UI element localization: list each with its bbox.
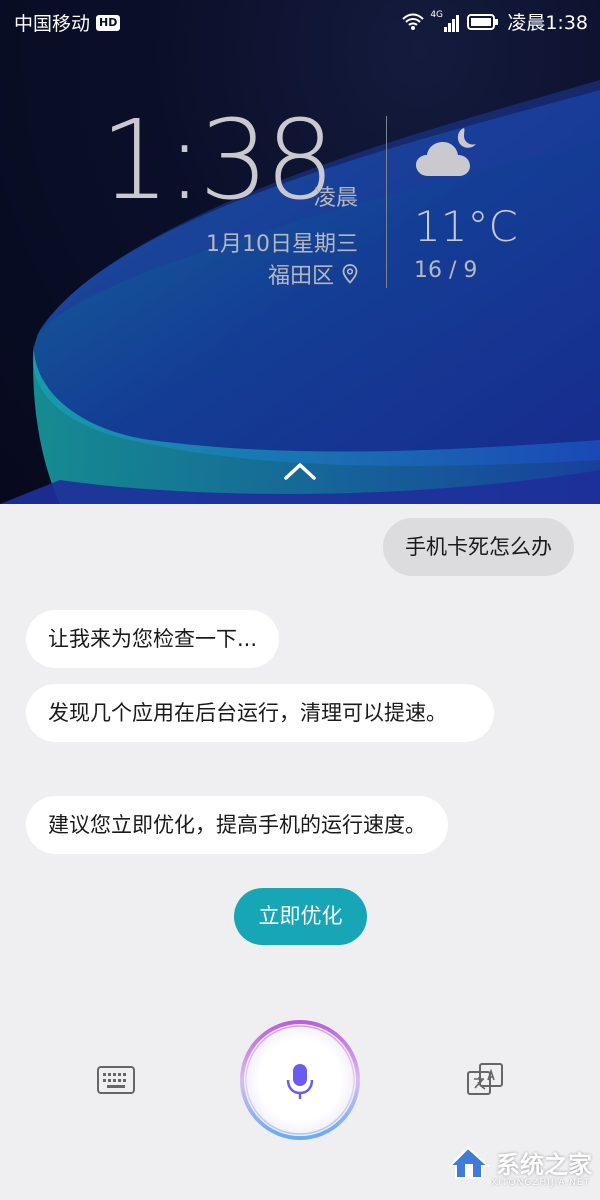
watermark-url: XITONGZHIJIA.NET [491,1178,590,1188]
network-type: 4G [430,9,444,20]
date: 1月10日星期三 [206,232,358,257]
temperature: 11°C [414,202,518,251]
assistant-message-bubble: 发现几个应用在后台运行，清理可以提速。 [26,684,494,742]
status-time: 凌晨1:38 [507,12,588,34]
assistant-message-bubble: 建议您立即优化，提高手机的运行速度。 [26,796,448,854]
assistant-chat: 手机卡死怎么办 让我来为您检查一下... 发现几个应用在后台运行，清理可以提速。… [0,504,600,1200]
chevron-up-icon[interactable] [282,458,318,484]
watermark-text: 系统之家 [496,1150,592,1179]
keyboard-icon[interactable] [96,1064,136,1096]
signal-icon: 4G [430,9,460,32]
location: 福田区 [268,258,358,290]
microphone-button[interactable] [238,1018,362,1142]
wifi-icon [402,13,425,30]
clock: 1:38 [100,96,335,224]
carrier-info: 中国移动 HD [14,9,121,36]
battery-icon [467,13,499,30]
status-bar: 中国移动 HD 4G 凌晨1:38 [0,0,600,42]
location-pin-icon [342,264,358,284]
clock-ampm: 凌晨 [313,186,358,211]
optimize-now-button[interactable]: 立即优化 [234,888,367,945]
user-message-bubble: 手机卡死怎么办 [383,518,574,576]
assistant-message-bubble: 让我来为您检查一下... [26,610,280,668]
lock-screen-wallpaper: 中国移动 HD 4G 凌晨1:38 1:38 凌晨 1月10日星期三 福田区 1… [0,0,600,504]
temperature-range: 16 / 9 [414,258,478,283]
location-label: 福田区 [267,264,334,289]
hd-badge: HD [96,14,121,31]
cloudy-night-icon [416,128,476,176]
watermark-logo-icon [448,1146,490,1179]
carrier-name: 中国移动 [14,13,91,35]
translate-icon[interactable] [466,1062,504,1100]
status-icons: 4G 凌晨1:38 [402,8,588,35]
clock-weather-divider [386,116,387,288]
watermark: 系统之家 [448,1144,592,1180]
